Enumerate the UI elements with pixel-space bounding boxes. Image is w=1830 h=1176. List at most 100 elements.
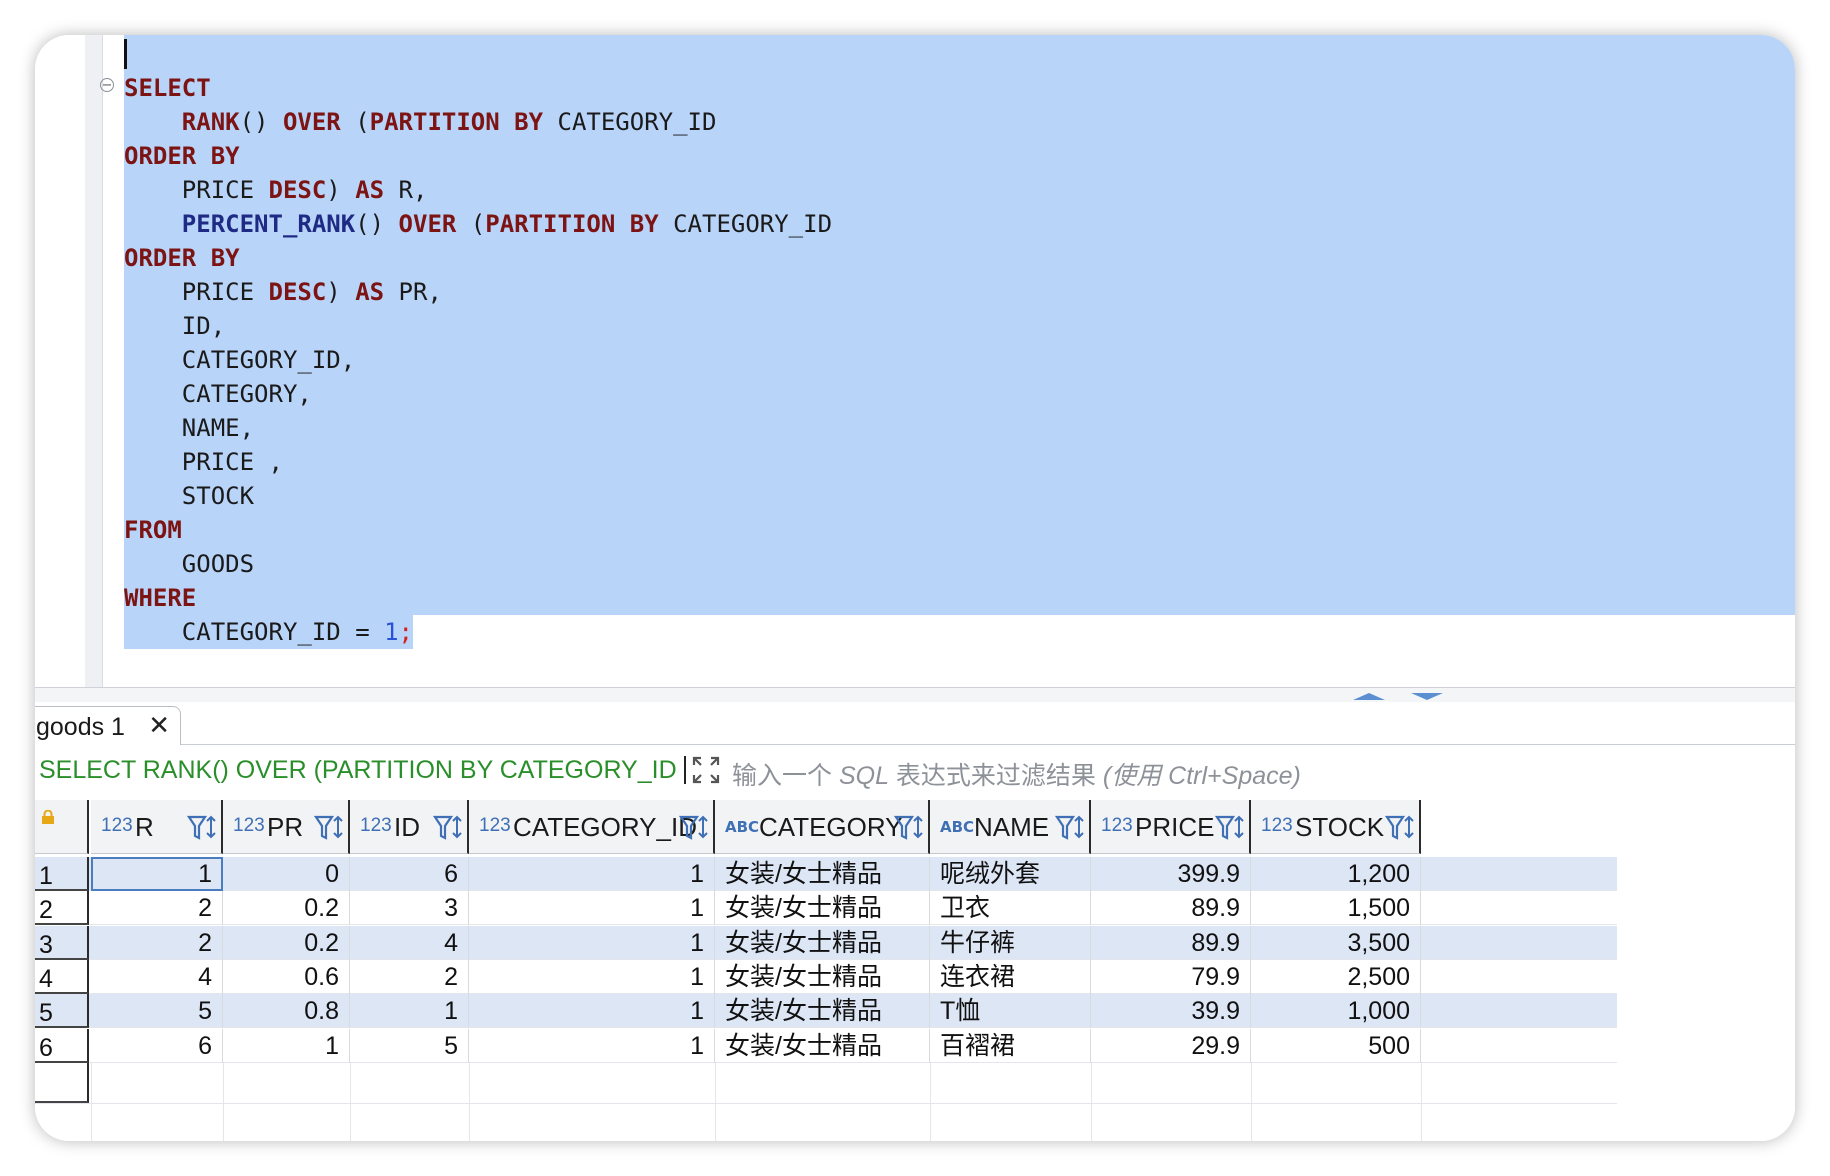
table-cell[interactable]: 女装/女士精品 — [715, 1028, 930, 1063]
table-cell[interactable]: 女装/女士精品 — [715, 925, 930, 960]
filter-sort-icon[interactable] — [186, 814, 217, 842]
table-cell[interactable]: T恤 — [930, 994, 1091, 1029]
table-row[interactable]: 1 1 0 6 1 女装/女士精品 呢绒外套 399.9 1,200 — [35, 857, 1617, 891]
filter-sort-icon[interactable] — [313, 814, 344, 842]
table-cell[interactable]: 39.9 — [1091, 994, 1251, 1029]
table-cell[interactable]: 29.9 — [1091, 1028, 1251, 1063]
table-cell[interactable]: 89.9 — [1091, 891, 1251, 926]
code-token: GOODS — [124, 550, 255, 578]
column-header-label: R — [135, 812, 154, 842]
table-cell[interactable]: 3 — [350, 891, 469, 926]
table-cell[interactable]: 0.8 — [223, 994, 350, 1029]
column-header-stock[interactable]: 123 STOCK — [1251, 800, 1421, 854]
column-header-category-id[interactable]: 123 CATEGORY_ID — [469, 800, 715, 854]
maximize-editor-arrow-icon[interactable] — [1353, 693, 1385, 700]
code-line: STOCK — [124, 479, 1795, 513]
table-row[interactable]: 4 4 0.6 2 1 女装/女士精品 连衣裙 79.9 2,500 — [35, 959, 1617, 994]
column-header-label: STOCK — [1295, 812, 1385, 842]
table-cell[interactable]: 399.9 — [1091, 857, 1251, 891]
column-header-price[interactable]: 123 PRICE — [1091, 800, 1251, 854]
row-number[interactable]: 3 — [35, 925, 89, 960]
table-cell[interactable]: 1,200 — [1251, 857, 1421, 891]
row-number[interactable]: 1 — [35, 857, 89, 891]
table-cell[interactable]: 1 — [223, 1028, 350, 1063]
table-cell[interactable]: 1 — [469, 891, 715, 926]
table-cell[interactable]: 4 — [350, 925, 469, 960]
table-cell[interactable]: 500 — [1251, 1028, 1421, 1063]
maximize-results-arrow-icon[interactable] — [1411, 693, 1443, 700]
grid-corner[interactable] — [35, 800, 89, 854]
table-cell[interactable]: 79.9 — [1091, 959, 1251, 994]
table-cell[interactable]: 3,500 — [1251, 925, 1421, 960]
table-cell[interactable]: 女装/女士精品 — [715, 857, 930, 891]
sql-code[interactable]: SELECT RANK() OVER (PARTITION BY CATEGOR… — [124, 71, 1795, 649]
code-line-text: NAME, — [124, 411, 1795, 445]
tab-label: goods 1 — [36, 713, 125, 741]
table-cell[interactable]: 1 — [350, 994, 469, 1029]
table-cell[interactable]: 百褶裙 — [930, 1028, 1091, 1063]
code-line: PRICE , — [124, 445, 1795, 479]
code-token: PARTITION BY — [369, 108, 544, 136]
table-cell[interactable]: 1 — [469, 1028, 715, 1063]
table-cell[interactable]: 2 — [91, 891, 223, 926]
row-number[interactable]: 4 — [35, 959, 89, 994]
code-line-text: GOODS — [124, 547, 1795, 581]
table-cell[interactable]: 女装/女士精品 — [715, 994, 930, 1029]
filter-sort-icon[interactable] — [1384, 814, 1415, 842]
table-cell[interactable]: 4 — [91, 959, 223, 994]
sql-editor[interactable]: − SELECT RANK() OVER (PARTITION BY CATEG… — [35, 35, 1795, 687]
column-header-pr[interactable]: 123 PR — [223, 800, 350, 854]
code-line-text: SELECT — [124, 71, 1795, 105]
table-cell[interactable]: 1 — [469, 959, 715, 994]
filter-input[interactable]: 输入一个 SQL 表达式来过滤结果 (使用 Ctrl+Space) — [732, 756, 1301, 792]
filter-sort-icon[interactable] — [1054, 814, 1085, 842]
lock-icon — [42, 810, 54, 824]
table-cell[interactable]: 2,500 — [1251, 959, 1421, 994]
table-cell[interactable]: 0.6 — [223, 959, 350, 994]
table-cell[interactable]: 牛仔裤 — [930, 925, 1091, 960]
row-number[interactable]: 6 — [35, 1028, 89, 1063]
table-cell[interactable]: 6 — [91, 1028, 223, 1063]
tab-goods-1[interactable]: goods 1 ✕ — [35, 706, 181, 745]
table-cell[interactable]: 5 — [350, 1028, 469, 1063]
row-number[interactable]: 2 — [35, 891, 89, 926]
table-row[interactable]: 3 2 0.2 4 1 女装/女士精品 牛仔裤 89.9 3,500 — [35, 925, 1617, 960]
table-cell[interactable]: 连衣裙 — [930, 959, 1091, 994]
table-cell[interactable]: 女装/女士精品 — [715, 891, 930, 926]
table-cell[interactable]: 1 — [469, 994, 715, 1029]
table-row[interactable]: 6 6 1 5 1 女装/女士精品 百褶裙 29.9 500 — [35, 1028, 1617, 1063]
column-header-id[interactable]: 123 ID — [350, 800, 469, 854]
table-cell[interactable]: 卫衣 — [930, 891, 1091, 926]
filter-sort-icon[interactable] — [1214, 814, 1245, 842]
close-icon[interactable]: ✕ — [148, 711, 170, 741]
table-cell[interactable]: 0 — [223, 857, 350, 891]
table-cell[interactable]: 6 — [350, 857, 469, 891]
table-cell[interactable]: 1 — [469, 857, 715, 891]
filter-sort-icon[interactable] — [893, 814, 924, 842]
table-cell[interactable]: 女装/女士精品 — [715, 959, 930, 994]
panel-splitter[interactable] — [35, 687, 1795, 703]
table-cell[interactable]: 1,000 — [1251, 994, 1421, 1029]
row-number[interactable]: 5 — [35, 994, 89, 1029]
results-grid: 123 R 123 PR 123 ID 123 CATEGORY_ID ABC CATEGORY A… — [35, 792, 1795, 1141]
table-cell[interactable]: 呢绒外套 — [930, 857, 1091, 891]
table-row[interactable]: 2 2 0.2 3 1 女装/女士精品 卫衣 89.9 1,500 — [35, 891, 1617, 926]
table-row[interactable]: 5 5 0.8 1 1 女装/女士精品 T恤 39.9 1,000 — [35, 994, 1617, 1029]
table-cell[interactable]: 5 — [91, 994, 223, 1029]
table-cell[interactable]: 2 — [91, 925, 223, 960]
table-cell[interactable]: 0.2 — [223, 925, 350, 960]
table-cell[interactable]: 0.2 — [223, 891, 350, 926]
table-cell[interactable]: 1 — [91, 857, 223, 891]
column-header-name[interactable]: ABC NAME — [930, 800, 1091, 854]
table-cell[interactable]: 2 — [350, 959, 469, 994]
expand-icon[interactable] — [691, 755, 721, 785]
table-cell[interactable]: 1 — [469, 925, 715, 960]
table-cell[interactable]: 1,500 — [1251, 891, 1421, 926]
filter-sort-icon[interactable] — [678, 814, 709, 842]
column-header-category[interactable]: ABC CATEGORY — [715, 800, 930, 854]
collapse-fold-icon[interactable]: − — [100, 78, 114, 92]
table-cell[interactable]: 89.9 — [1091, 925, 1251, 960]
column-header-r[interactable]: 123 R — [91, 800, 223, 854]
code-line-text: PRICE DESC) AS R, — [124, 173, 1795, 207]
filter-sort-icon[interactable] — [432, 814, 463, 842]
